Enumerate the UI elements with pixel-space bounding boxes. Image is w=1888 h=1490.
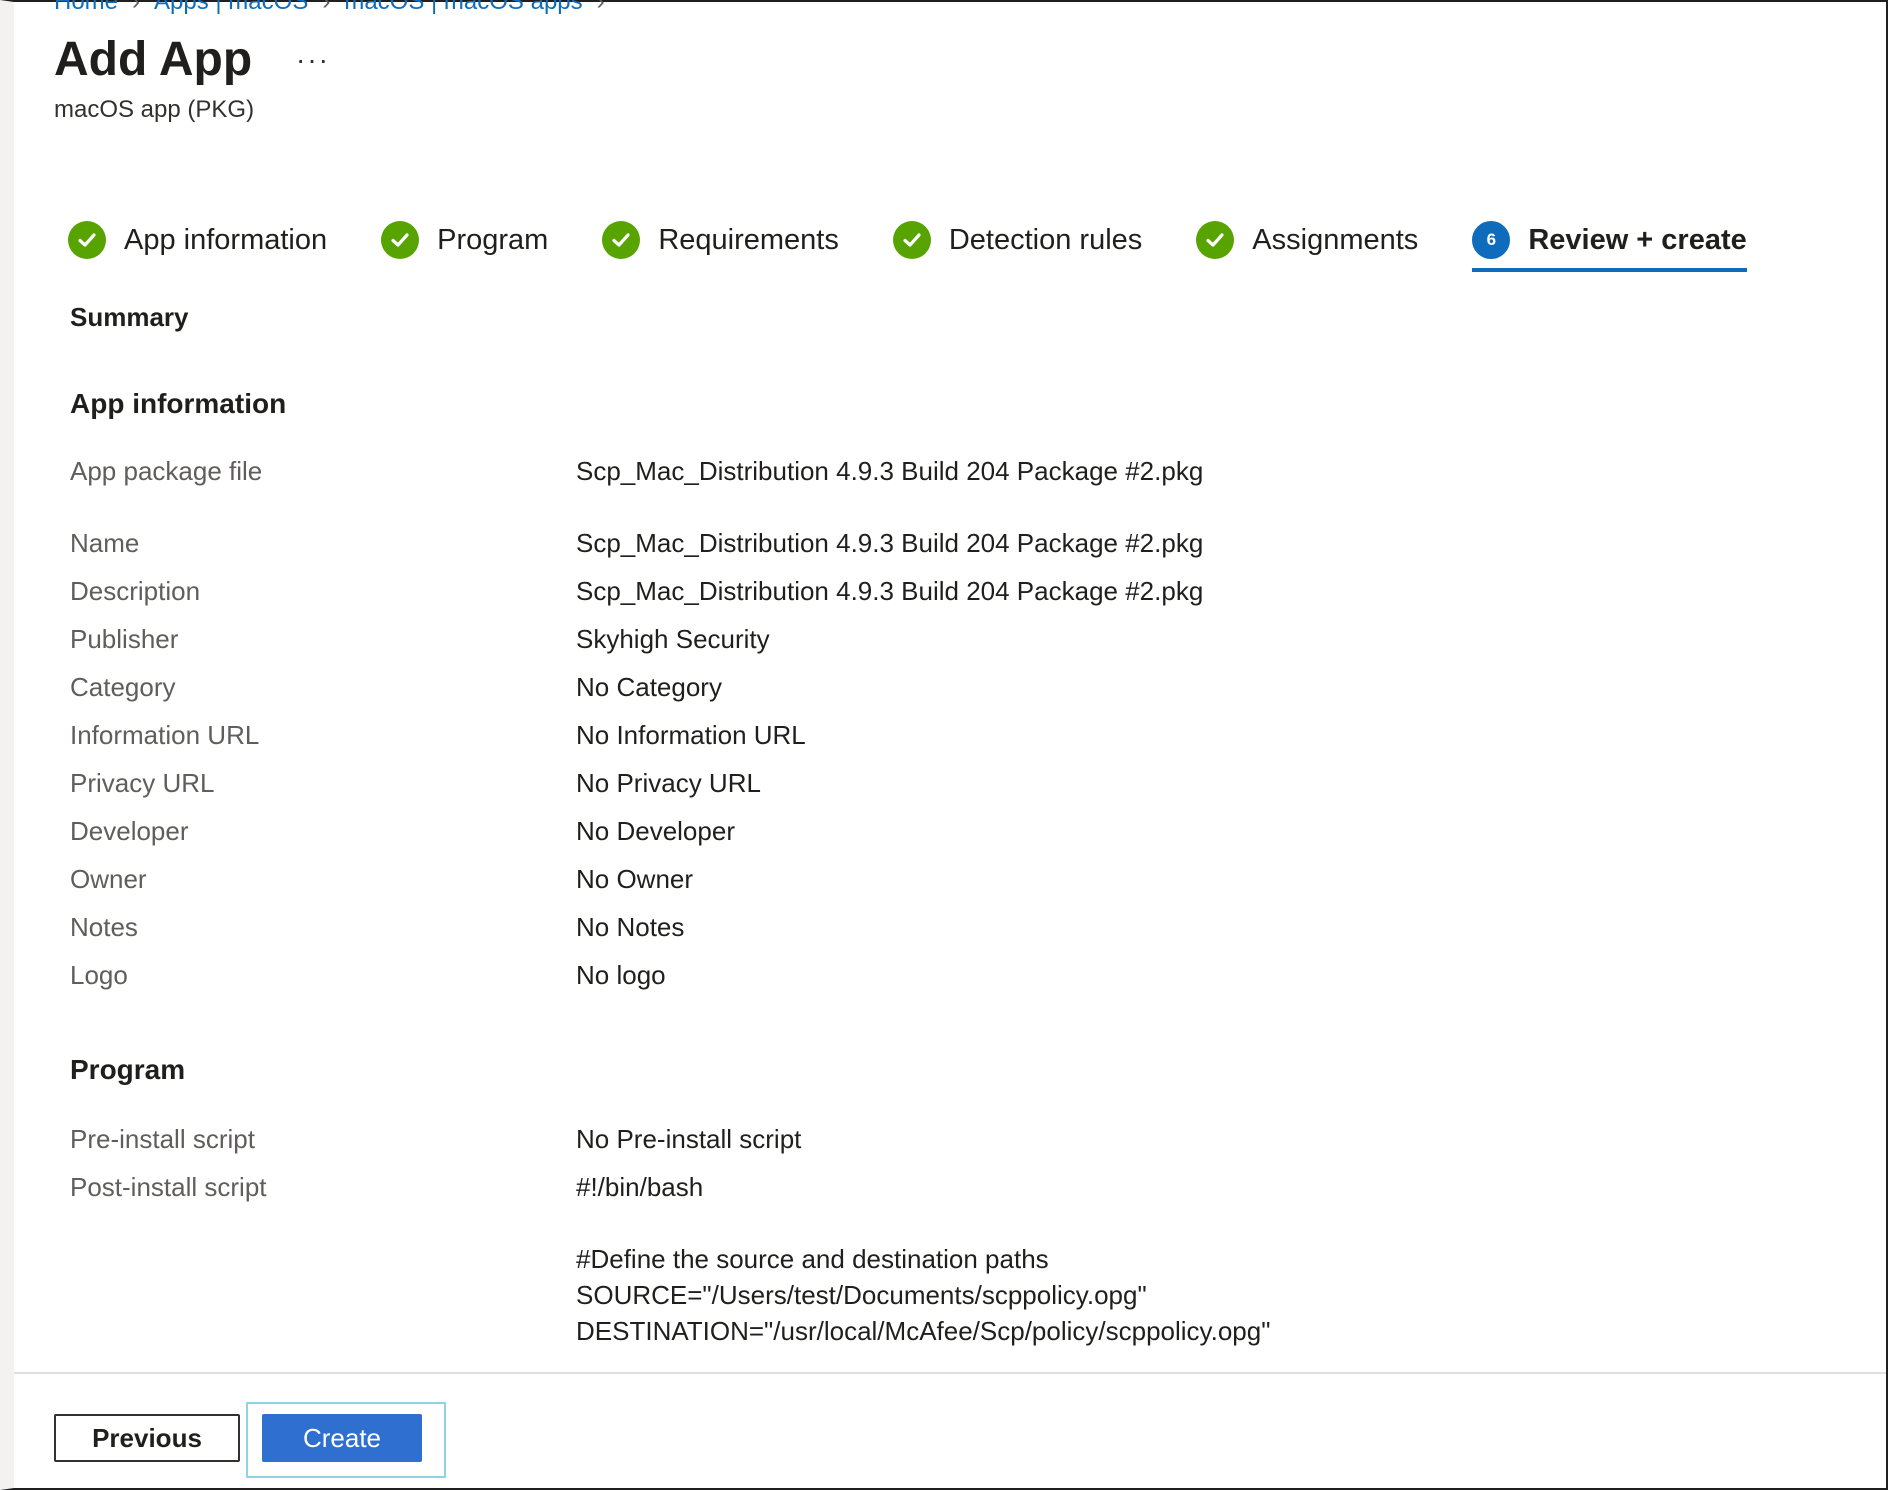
detail-label: Logo xyxy=(70,960,128,990)
detail-label: Privacy URL xyxy=(70,768,215,798)
app-information-heading: App information xyxy=(70,388,287,419)
step-detection-rules[interactable]: Detection rules xyxy=(892,216,1143,264)
detail-value: Scp_Mac_Distribution 4.9.3 Build 204 Pac… xyxy=(576,528,1204,558)
detail-label: Information URL xyxy=(70,720,260,750)
detail-label: Pre-install script xyxy=(70,1124,255,1154)
detail-label: Developer xyxy=(70,816,189,846)
detail-label: Post-install script xyxy=(70,1172,267,1202)
breadcrumb-apps-macos[interactable]: Apps | macOS xyxy=(154,0,308,15)
detail-value: Scp_Mac_Distribution 4.9.3 Build 204 Pac… xyxy=(576,456,1204,486)
breadcrumb-home[interactable]: Home xyxy=(54,0,118,15)
page-title: Add App xyxy=(54,33,253,86)
breadcrumb: Home › Apps | macOS › macOS | macOS apps › xyxy=(54,0,619,16)
detail-value: No Developer xyxy=(576,816,735,846)
checkmark-icon xyxy=(1196,221,1235,259)
step-label: Detection rules xyxy=(948,223,1143,256)
detail-label: Name xyxy=(70,528,140,558)
step-app-information[interactable]: App information xyxy=(68,216,327,264)
more-options-icon[interactable]: ··· xyxy=(296,44,330,76)
checkmark-icon xyxy=(602,221,641,259)
wizard-steps: App information Program Requirements Det… xyxy=(68,216,1801,276)
detail-label: App package file xyxy=(70,456,263,486)
breadcrumb-separator: › xyxy=(322,0,331,15)
detail-label: Notes xyxy=(70,912,138,942)
detail-value: No Owner xyxy=(576,864,694,894)
detail-value: No Information URL xyxy=(576,720,806,750)
detail-label: Owner xyxy=(70,864,147,894)
step-requirements[interactable]: Requirements xyxy=(602,216,839,264)
step-label: Review + create xyxy=(1528,223,1747,256)
page-subtitle: macOS app (PKG) xyxy=(54,96,255,123)
step-label: Assignments xyxy=(1252,223,1419,256)
checkmark-icon xyxy=(892,221,931,259)
checkmark-icon xyxy=(68,221,106,259)
detail-label: Description xyxy=(70,576,201,606)
detail-value: No Pre-install script xyxy=(576,1124,802,1154)
detail-value: No Category xyxy=(576,672,722,702)
detail-value: No Notes xyxy=(576,912,685,942)
breadcrumb-separator: › xyxy=(132,0,141,15)
detail-value: Skyhigh Security xyxy=(576,624,770,654)
detail-label: Category xyxy=(70,672,176,702)
script-line: #Define the source and destination paths xyxy=(576,1244,1049,1274)
step-label: App information xyxy=(124,223,328,256)
summary-heading: Summary xyxy=(70,302,189,332)
program-heading: Program xyxy=(70,1054,186,1085)
checkmark-icon xyxy=(381,221,420,259)
step-review-create[interactable]: 6 Review + create xyxy=(1472,216,1748,272)
step-program[interactable]: Program xyxy=(381,216,548,264)
detail-value: Scp_Mac_Distribution 4.9.3 Build 204 Pac… xyxy=(576,576,1204,606)
script-line: SOURCE="/Users/test/Documents/scppolicy.… xyxy=(576,1280,1147,1310)
step-label: Program xyxy=(437,223,549,256)
previous-button[interactable]: Previous xyxy=(54,1414,240,1462)
step-number-badge: 6 xyxy=(1472,221,1511,259)
detail-label: Publisher xyxy=(70,624,179,654)
footer-divider xyxy=(14,1372,1886,1374)
step-label: Requirements xyxy=(658,223,839,256)
breadcrumb-separator: › xyxy=(596,0,605,15)
step-assignments[interactable]: Assignments xyxy=(1196,216,1418,264)
breadcrumb-macos-apps[interactable]: macOS | macOS apps xyxy=(344,0,582,15)
detail-value: #!/bin/bash xyxy=(576,1172,704,1202)
script-line: DESTINATION="/usr/local/McAfee/Scp/polic… xyxy=(576,1316,1271,1346)
detail-value: No logo xyxy=(576,960,666,990)
detail-value: No Privacy URL xyxy=(576,768,761,798)
create-button[interactable]: Create xyxy=(262,1414,422,1462)
